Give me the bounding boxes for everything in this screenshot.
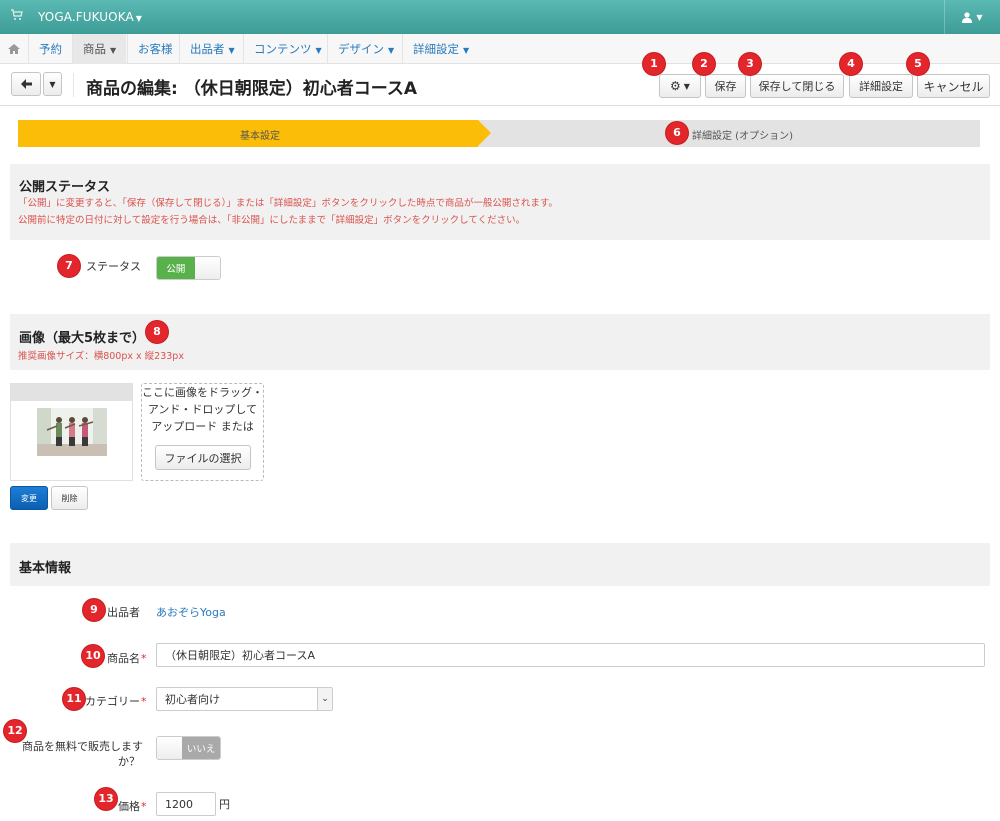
settings-dropdown-button[interactable]: ⚙ ▼ <box>659 74 701 98</box>
marker-6: 6 <box>666 122 688 144</box>
drop-text-line-2: アンド・ドロップして <box>147 403 258 416</box>
nav-item-sellers[interactable]: 出品者 ▼ <box>179 34 245 64</box>
caret-down-icon: ▼ <box>49 79 56 89</box>
price-label: 価格* <box>118 800 147 813</box>
gear-icon: ⚙ <box>670 79 681 93</box>
publish-note-2: 公開前に特定の日付に対して設定を行う場合は、「非公開」にしたままで「詳細設定」ボ… <box>18 215 526 226</box>
marker-7: 7 <box>58 255 80 277</box>
marker-12: 12 <box>4 720 26 742</box>
marker-5: 5 <box>907 53 929 75</box>
choose-file-button[interactable]: ファイルの選択 <box>155 445 251 470</box>
cancel-button[interactable]: キャンセル <box>917 74 990 98</box>
section-heading: 基本情報 <box>19 561 72 576</box>
brand-label: YOGA.FUKUOKA <box>38 10 134 24</box>
nav-item-reservations[interactable]: 予約 <box>28 34 72 64</box>
marker-10: 10 <box>82 645 104 667</box>
user-menu-button[interactable]: ▼ <box>944 0 1000 34</box>
marker-1: 1 <box>643 53 665 75</box>
wizard-step-advanced-label[interactable]: 詳細設定 (オプション) <box>692 127 793 142</box>
chevron-down-icon: ⌄ <box>317 688 332 710</box>
wizard-step-basic-label: 基本設定 <box>240 131 280 142</box>
free-sale-toggle-off: いいえ <box>182 737 220 759</box>
free-sale-label: 商品を無料で販売します か？ <box>22 740 143 768</box>
basic-info-section: 基本情報 <box>10 543 990 586</box>
category-value: 初心者向け <box>165 693 220 706</box>
cart-icon <box>11 9 23 20</box>
category-label: カテゴリー* <box>85 695 147 708</box>
caret-down-icon: ▼ <box>228 46 235 55</box>
section-heading: 画像（最大5枚まで） <box>19 331 146 346</box>
nav-item-contents[interactable]: コンテンツ ▼ <box>243 34 332 64</box>
image-thumbnail <box>10 383 133 481</box>
history-dropdown-button[interactable]: ▼ <box>43 72 62 96</box>
user-icon <box>962 11 973 23</box>
caret-down-icon: ▼ <box>976 12 983 22</box>
status-label: ステータス <box>86 260 141 273</box>
marker-13: 13 <box>95 788 117 810</box>
image-dropzone[interactable]: ここに画像をドラッグ・ アンド・ドロップして アップロード または ファイルの選… <box>141 383 264 481</box>
marker-3: 3 <box>739 53 761 75</box>
seller-label: 出品者 <box>107 606 140 619</box>
advanced-settings-button[interactable]: 詳細設定 <box>849 74 913 98</box>
caret-down-icon: ▼ <box>683 81 690 91</box>
yoga-photo <box>37 408 107 456</box>
status-toggle-on: 公開 <box>157 257 195 279</box>
nav-item-advanced-settings[interactable]: 詳細設定 ▼ <box>402 34 479 64</box>
thumbnail-bar <box>11 384 132 401</box>
toggle-knob <box>157 737 183 759</box>
home-icon[interactable] <box>8 43 20 55</box>
toggle-knob <box>194 257 220 279</box>
arrow-left-icon <box>20 79 32 89</box>
drop-text-line-3: アップロード または <box>151 420 254 433</box>
page-title: 商品の編集: （休日朝限定）初心者コースA <box>86 79 418 99</box>
nav-item-customers[interactable]: お客様 <box>127 34 183 64</box>
delete-image-button[interactable]: 削除 <box>51 486 88 510</box>
seller-link[interactable]: あおぞらYoga <box>156 604 226 620</box>
price-input[interactable]: 1200 <box>156 792 216 816</box>
status-toggle[interactable]: 公開 <box>156 256 221 280</box>
image-size-note: 推奨画像サイズ：横800px x 縦233px <box>18 351 184 362</box>
wizard-arrow <box>478 120 491 146</box>
free-sale-toggle[interactable]: いいえ <box>156 736 221 760</box>
top-bar: YOGA.FUKUOKA ▼ ▼ <box>0 0 1000 34</box>
change-image-button[interactable]: 変更 <box>10 486 48 510</box>
back-button[interactable] <box>11 72 41 96</box>
nav-item-products[interactable]: 商品 ▼ <box>72 34 127 64</box>
wizard-steps: 基本設定 詳細設定 (オプション) <box>18 120 980 147</box>
caret-down-icon: ▼ <box>388 46 395 55</box>
caret-down-icon: ▼ <box>463 46 470 55</box>
caret-down-icon: ▼ <box>135 14 143 23</box>
publish-note-1: 「公開」に変更すると、「保存（保存して閉じる）」または「詳細設定」ボタンをクリッ… <box>18 198 558 209</box>
section-heading: 公開ステータス <box>19 180 111 195</box>
divider <box>73 73 74 97</box>
caret-down-icon: ▼ <box>110 46 117 55</box>
marker-11: 11 <box>63 688 85 710</box>
marker-9: 9 <box>83 599 105 621</box>
category-select[interactable]: 初心者向け ⌄ <box>156 687 333 711</box>
price-unit: 円 <box>219 798 230 811</box>
publish-status-section: 公開ステータス 「公開」に変更すると、「保存（保存して閉じる）」または「詳細設定… <box>10 164 990 240</box>
drop-text-line-1: ここに画像をドラッグ・ <box>142 386 263 399</box>
brand-menu[interactable]: YOGA.FUKUOKA ▼ <box>38 10 142 24</box>
caret-down-icon: ▼ <box>315 46 322 55</box>
product-name-input[interactable]: （休日朝限定）初心者コースA <box>156 643 985 667</box>
save-and-close-button[interactable]: 保存して閉じる <box>750 74 844 98</box>
nav-item-design[interactable]: デザイン ▼ <box>327 34 404 64</box>
marker-4: 4 <box>840 53 862 75</box>
marker-2: 2 <box>693 53 715 75</box>
product-name-label: 商品名* <box>107 652 147 665</box>
save-button[interactable]: 保存 <box>705 74 746 98</box>
marker-8: 8 <box>146 321 168 343</box>
